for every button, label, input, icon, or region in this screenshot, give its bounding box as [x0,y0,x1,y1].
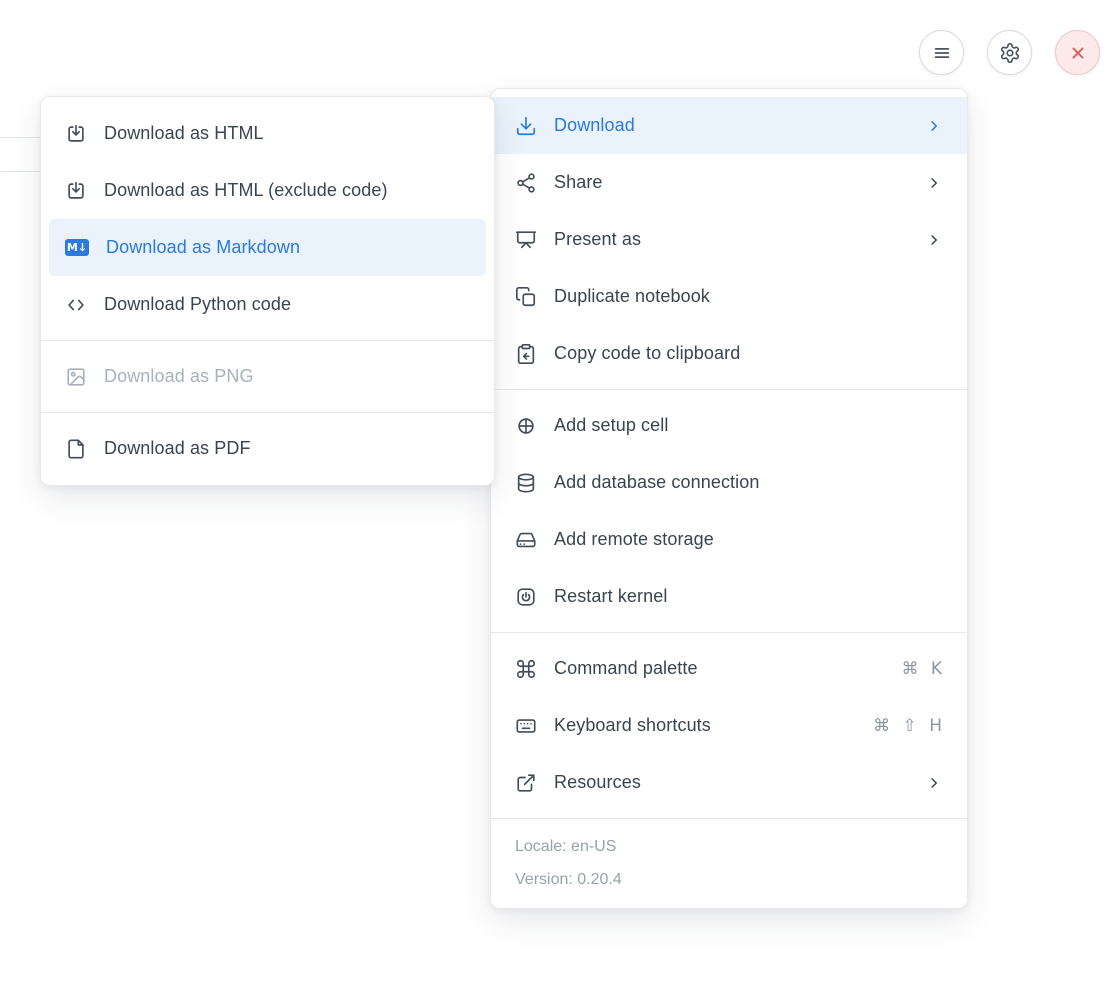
menu-item-label: Download [554,115,908,136]
submenu-item-label: Download as PNG [104,366,470,387]
menu-button[interactable] [919,30,964,75]
close-button[interactable] [1055,30,1100,75]
menu-item-add-database-connection[interactable]: Add database connection [491,454,967,511]
submenu-item-label: Download as PDF [104,438,470,459]
menu-separator [41,412,494,413]
menu-item-duplicate-notebook[interactable]: Duplicate notebook [491,268,967,325]
keyboard-icon [515,715,537,737]
menu-footer: Locale: en-US Version: 0.20.4 [491,826,967,900]
menu-item-label: Keyboard shortcuts [554,715,856,736]
folder-download-icon [65,123,87,145]
menu-item-keyboard-shortcuts[interactable]: Keyboard shortcuts ⌘ ⇧ H [491,697,967,754]
menu-separator [491,389,967,390]
menu-separator [491,818,967,819]
download-submenu: Download as HTML Download as HTML (exclu… [40,96,495,486]
menu-item-label: Share [554,172,908,193]
menu-item-label: Present as [554,229,908,250]
menu-item-share[interactable]: Share [491,154,967,211]
menu-separator [491,632,967,633]
gear-icon [999,42,1021,64]
menu-item-label: Duplicate notebook [554,286,943,307]
markdown-icon: M↓ [65,239,89,256]
menu-item-label: Add remote storage [554,529,943,550]
image-icon [65,366,87,388]
presentation-icon [515,229,537,251]
menu-item-add-setup-cell[interactable]: Add setup cell [491,397,967,454]
submenu-item-download-python-code[interactable]: Download Python code [41,276,494,333]
plus-circle-icon [515,415,537,437]
submenu-item-label: Download as Markdown [106,237,470,258]
settings-button[interactable] [987,30,1032,75]
menu-item-present-as[interactable]: Present as [491,211,967,268]
keyboard-shortcut: ⌘ ⇧ H [873,716,943,736]
locale-text: Locale: en-US [515,838,943,856]
submenu-item-label: Download as HTML (exclude code) [104,180,470,201]
menu-separator [41,340,494,341]
menu-item-download[interactable]: Download [491,97,967,154]
hamburger-icon [931,42,953,64]
chevron-right-icon [925,231,943,249]
chevron-right-icon [925,117,943,135]
submenu-item-download-as-html[interactable]: Download as HTML [41,105,494,162]
x-icon [1067,42,1089,64]
menu-item-label: Command palette [554,658,884,679]
download-icon [515,115,537,137]
submenu-item-label: Download as HTML [104,123,470,144]
menu-item-label: Add database connection [554,472,943,493]
hard-drive-icon [515,529,537,551]
submenu-item-download-as-html-exclude-code[interactable]: Download as HTML (exclude code) [41,162,494,219]
submenu-item-download-as-png[interactable]: Download as PNG [41,348,494,405]
menu-item-label: Resources [554,772,908,793]
power-icon [515,586,537,608]
menu-item-resources[interactable]: Resources [491,754,967,811]
underlying-page-border [0,171,41,172]
submenu-item-download-as-markdown[interactable]: M↓ Download as Markdown [49,219,486,276]
folder-download-icon [65,180,87,202]
chevron-right-icon [925,174,943,192]
menu-item-add-remote-storage[interactable]: Add remote storage [491,511,967,568]
menu-item-command-palette[interactable]: Command palette ⌘ K [491,640,967,697]
submenu-item-label: Download Python code [104,294,470,315]
menu-item-label: Copy code to clipboard [554,343,943,364]
version-text: Version: 0.20.4 [515,871,943,889]
menu-item-label: Restart kernel [554,586,943,607]
duplicate-icon [515,286,537,308]
menu-item-label: Add setup cell [554,415,943,436]
submenu-item-download-as-pdf[interactable]: Download as PDF [41,420,494,477]
menu-item-restart-kernel[interactable]: Restart kernel [491,568,967,625]
command-icon [515,658,537,680]
database-icon [515,472,537,494]
chevron-right-icon [925,774,943,792]
underlying-page-border [0,137,41,138]
file-icon [65,438,87,460]
external-link-icon [515,772,537,794]
menu-item-copy-code[interactable]: Copy code to clipboard [491,325,967,382]
share-icon [515,172,537,194]
keyboard-shortcut: ⌘ K [901,659,943,679]
notebook-actions-menu: Download Share Present as Duplicate note… [490,88,968,909]
code-icon [65,294,87,316]
clipboard-copy-icon [515,343,537,365]
